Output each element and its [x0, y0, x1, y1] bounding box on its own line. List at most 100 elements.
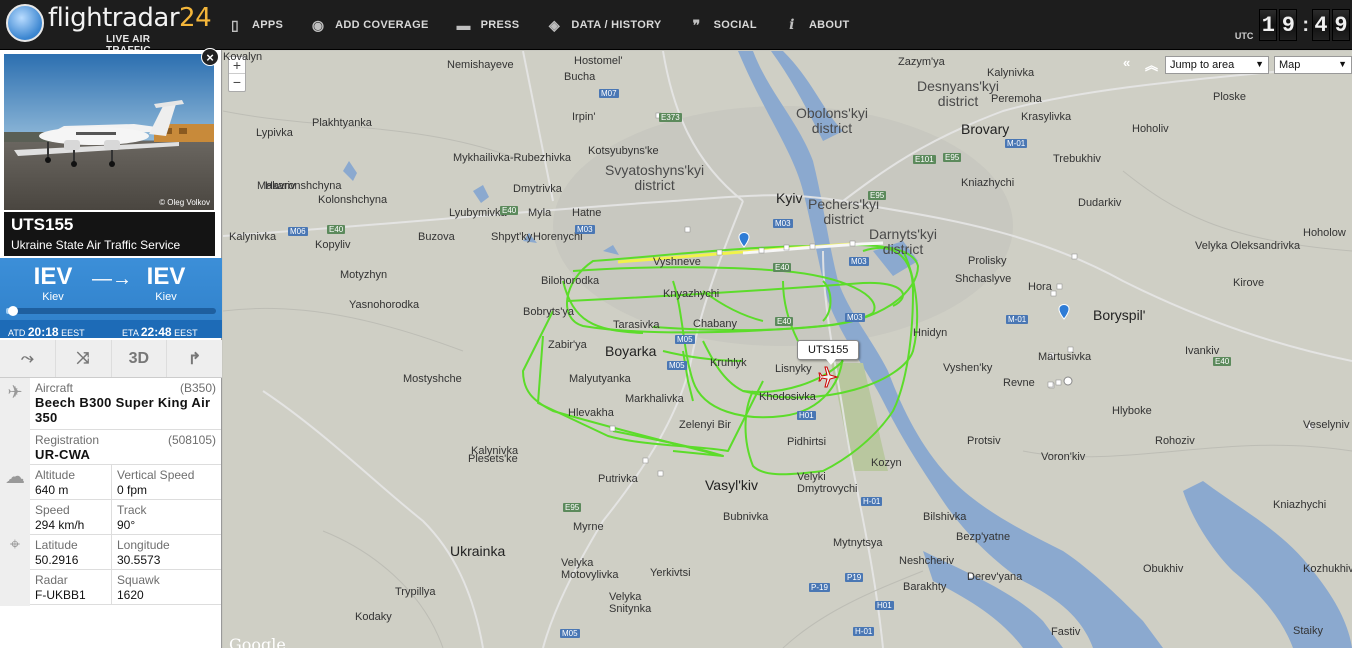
place-label: Rohoziv [1155, 435, 1195, 447]
place-label: Brovary [961, 121, 1010, 137]
speed-label: Speed [35, 503, 70, 517]
road-shield: E40 [773, 263, 792, 272]
road-shield: E40 [1213, 357, 1232, 366]
place-label: Markhalivka [625, 393, 684, 405]
place-label: Obukhiv [1143, 563, 1184, 575]
track-label: Track [117, 503, 147, 517]
3d-view-button[interactable]: 3D [112, 340, 168, 377]
origin-code[interactable]: IEV [18, 263, 88, 291]
aircraft-code: (B350) [179, 381, 216, 395]
place-label: Yerkivtsi [650, 567, 691, 579]
place-label: Shchaslyve [955, 273, 1012, 285]
radar-logo-icon [6, 4, 44, 42]
place-label: Plesets'ke [468, 453, 518, 465]
jump-to-area-select[interactable]: Jump to area ▼ [1165, 56, 1269, 74]
road-shield: P19 [845, 573, 864, 582]
flight-label-bubble[interactable]: UTS155 [797, 340, 860, 365]
place-label: Boyarka [605, 343, 657, 359]
place-label: Bezp'yatne [956, 531, 1011, 543]
altitude-label: Altitude [35, 468, 76, 482]
collapse-left-icon[interactable]: « [1123, 55, 1130, 70]
route-arrow-icon: —→ [92, 268, 132, 290]
place-label: Derev'yana [967, 571, 1023, 583]
clock-digit: 9 [1332, 9, 1350, 41]
place-label: Kniazhychi [961, 177, 1015, 189]
zoom-out-button[interactable]: − [229, 74, 245, 91]
map-view[interactable]: + − « ︽ Jump to area ▼ Map ▼ UTS155 Nemish… [223, 51, 1352, 648]
road-shield: H01 [797, 411, 816, 420]
nav-apps[interactable]: ▯ APPS [226, 0, 283, 50]
share-icon[interactable]: ↱ [167, 340, 222, 377]
logo[interactable]: flightradar24 LIVE AIR TRAFFIC [6, 3, 212, 56]
road-shield: M03 [845, 313, 865, 322]
registration-code: (508105) [167, 433, 216, 447]
road-shield: M03 [575, 225, 595, 234]
place-label: Tarasivka [613, 319, 660, 331]
place-label: Kirove [1233, 277, 1265, 289]
destination-code[interactable]: IEV [131, 263, 201, 291]
place-label: Velyki Dmytrovychi [797, 471, 858, 495]
place-label: Kniazhychi [1273, 499, 1327, 511]
place-label: Bucha [564, 71, 596, 83]
quote-icon: ❞ [692, 16, 701, 33]
road-shield: H-01 [853, 627, 875, 636]
collapse-icon[interactable]: ⤨ [56, 340, 112, 377]
road-shield: M05 [667, 361, 687, 370]
latitude-value: 50.2916 [35, 553, 79, 567]
nav-press[interactable]: ▬ PRESS [455, 0, 520, 50]
place-label: Ploske [1213, 91, 1247, 103]
place-label: Malyutyanka [569, 373, 631, 385]
place-label: Putrivka [598, 473, 638, 485]
place-label: Bubnivka [723, 511, 769, 523]
place-label: Obolons'kyi district [796, 105, 868, 136]
road-shield: P-19 [809, 583, 830, 592]
place-label: Protsiv [967, 435, 1001, 447]
collapse-up-icon[interactable]: ︽ [1145, 55, 1158, 74]
nav-add-coverage[interactable]: ◉ ADD COVERAGE [309, 0, 428, 50]
place-label: Mostyshche [403, 373, 462, 385]
place-label: Makariv [257, 180, 296, 192]
place-label: Voron'kiv [1041, 451, 1086, 463]
close-panel-button[interactable]: × [201, 48, 219, 66]
place-label: Krasylivka [1021, 111, 1072, 123]
place-label: Myrne [573, 521, 604, 533]
road-shield: E95 [943, 153, 962, 162]
cloud-icon: ☁ [5, 466, 25, 488]
flight-info-panel: © Oleg Volkov × UTS155 Ukraine State Air… [0, 48, 222, 648]
place-label: Ukrainka [450, 543, 506, 559]
place-label: Velyka Oleksandrivka [1195, 240, 1301, 252]
road-shield: M06 [288, 227, 308, 236]
road-shield: E40 [500, 206, 519, 215]
place-label: Kovalyn [223, 51, 263, 63]
place-label: Kopyliv [315, 239, 351, 251]
map-type-select[interactable]: Map ▼ [1274, 56, 1352, 74]
place-label: Dudarkiv [1078, 197, 1122, 209]
road-shield: E40 [775, 317, 794, 326]
radar-row: Radar F-UKBB1 Squawk 1620 [30, 570, 221, 605]
place-label: Hostomel' [574, 55, 623, 67]
nav-social[interactable]: ❞ SOCIAL [688, 0, 757, 50]
track-value: 90° [117, 518, 136, 532]
road-shield: H-01 [861, 497, 883, 506]
road-shield: E101 [913, 155, 936, 164]
road-shield: M03 [849, 257, 869, 266]
photo-credit: © Oleg Volkov [159, 198, 210, 207]
route-tool-icon[interactable]: ⤳ [0, 340, 56, 377]
aircraft-photo[interactable]: © Oleg Volkov [4, 54, 214, 210]
clock-digit: 4 [1312, 9, 1330, 41]
place-label: Trypillya [395, 586, 436, 598]
place-label: Bilohorodka [541, 275, 600, 287]
nav-data-history[interactable]: ◈ DATA / HISTORY [545, 0, 661, 50]
place-label: Lisnyky [775, 363, 812, 375]
road-shield: M-01 [1006, 315, 1029, 324]
place-label: Lypivka [256, 127, 293, 139]
place-label: Boryspil' [1093, 307, 1146, 323]
nav-about[interactable]: i ABOUT [783, 0, 850, 50]
place-label: Knyazhychi [663, 288, 720, 300]
speed-value: 294 km/h [35, 518, 85, 532]
squawk-label: Squawk [117, 573, 160, 587]
place-label: Hora [1028, 281, 1052, 293]
road-shield: H01 [875, 601, 894, 610]
aircraft-type: Beech B300 Super King Air 350 [35, 395, 211, 425]
atd-group: ATD 20:18 EEST [8, 325, 85, 339]
